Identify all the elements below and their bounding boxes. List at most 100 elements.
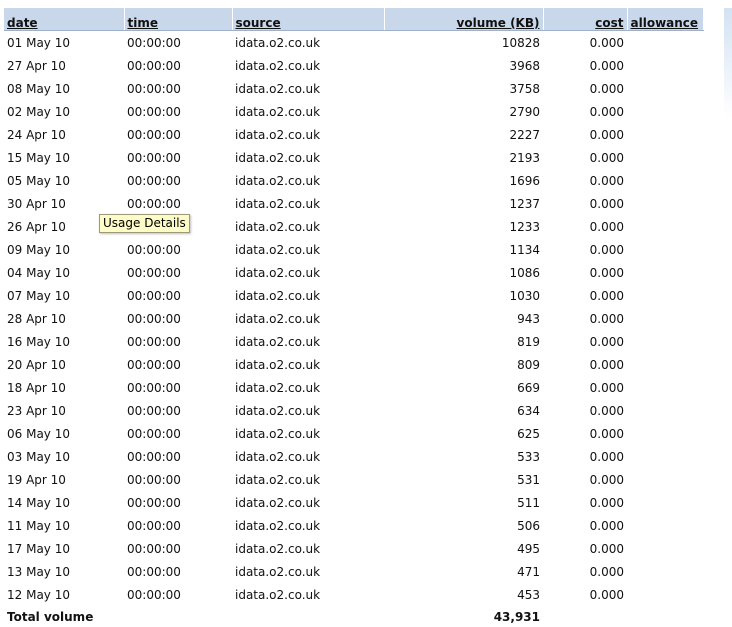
cell-volume: 453 bbox=[517, 587, 540, 602]
sort-volume-header[interactable]: volume (KB) bbox=[384, 8, 544, 31]
table-row: 30 Apr 10 00:00:00 idata.o2.co.uk 1237 0.000 bbox=[4, 192, 703, 215]
usage-table: date time source volume (KB) cost allowa… bbox=[4, 8, 704, 627]
cell-volume: 506 bbox=[517, 518, 540, 533]
cell-time: 00:00:00 bbox=[127, 587, 181, 602]
sort-source-header[interactable]: source bbox=[232, 8, 385, 31]
table-row: 12 May 10 00:00:00 idata.o2.co.uk 453 0.000 bbox=[4, 583, 703, 606]
cell-date: 05 May 10 bbox=[7, 173, 70, 188]
table-row: 07 May 10 00:00:00 idata.o2.co.uk 1030 0.000 bbox=[4, 284, 703, 307]
cell-volume: 819 bbox=[517, 334, 540, 349]
table-row: 19 Apr 10 00:00:00 idata.o2.co.uk 531 0.000 bbox=[4, 468, 703, 491]
cell-cost: 0.000 bbox=[589, 81, 624, 96]
total-volume-label: Total volume bbox=[4, 606, 384, 627]
table-row: 16 May 10 00:00:00 idata.o2.co.uk 819 0.000 bbox=[4, 330, 703, 353]
table-row: 24 Apr 10 00:00:00 idata.o2.co.uk 2227 0.000 bbox=[4, 123, 703, 146]
cell-date: 03 May 10 bbox=[7, 449, 70, 464]
cell-source: idata.o2.co.uk bbox=[235, 196, 321, 211]
cell-source: idata.o2.co.uk bbox=[235, 58, 321, 73]
scroll-edge-shadow bbox=[724, 8, 732, 118]
cell-allowance bbox=[627, 491, 703, 514]
table-row: 09 May 10 00:00:00 idata.o2.co.uk 1134 0.000 bbox=[4, 238, 703, 261]
cell-volume: 1696 bbox=[509, 173, 540, 188]
cell-volume: 1086 bbox=[509, 265, 540, 280]
table-row: 01 May 10 00:00:00 idata.o2.co.uk 10828 0.00… bbox=[4, 31, 703, 55]
cell-date: 06 May 10 bbox=[7, 426, 70, 441]
header-row: date time source volume (KB) cost allowa… bbox=[4, 8, 704, 31]
cell-source: idata.o2.co.uk bbox=[235, 541, 321, 556]
sort-allowance-header[interactable]: allowance bbox=[627, 8, 704, 31]
cell-date: 01 May 10 bbox=[7, 35, 70, 50]
cell-volume: 3968 bbox=[509, 58, 540, 73]
total-volume-value: 43,931 bbox=[384, 606, 543, 627]
cell-source: idata.o2.co.uk bbox=[235, 288, 321, 303]
cell-cost: 0.000 bbox=[589, 518, 624, 533]
table-row: 20 Apr 10 00:00:00 idata.o2.co.uk 809 0.000 bbox=[4, 353, 703, 376]
cell-cost: 0.000 bbox=[589, 35, 624, 50]
total-cost-empty bbox=[543, 606, 627, 627]
cell-allowance bbox=[627, 77, 703, 100]
cell-time: 00:00:00 bbox=[127, 564, 181, 579]
cell-volume: 3758 bbox=[509, 81, 540, 96]
cell-date: 20 Apr 10 bbox=[7, 357, 66, 372]
table-row: 13 May 10 00:00:00 idata.o2.co.uk 471 0.000 bbox=[4, 560, 703, 583]
cell-cost: 0.000 bbox=[589, 564, 624, 579]
cell-allowance bbox=[627, 468, 703, 491]
cell-time: 00:00:00 bbox=[127, 541, 181, 556]
cell-time: 00:00:00 bbox=[127, 403, 181, 418]
cell-cost: 0.000 bbox=[589, 150, 624, 165]
cell-source: idata.o2.co.uk bbox=[235, 587, 321, 602]
cell-allowance bbox=[627, 353, 703, 376]
cell-volume: 1030 bbox=[509, 288, 540, 303]
cell-date: 11 May 10 bbox=[7, 518, 70, 533]
cell-date: 12 May 10 bbox=[7, 587, 70, 602]
cell-allowance bbox=[627, 54, 703, 77]
cell-volume: 533 bbox=[517, 449, 540, 464]
cell-source: idata.o2.co.uk bbox=[235, 564, 321, 579]
cell-allowance bbox=[627, 169, 703, 192]
cell-cost: 0.000 bbox=[589, 403, 624, 418]
cell-volume: 2790 bbox=[509, 104, 540, 119]
cell-volume: 625 bbox=[517, 426, 540, 441]
cell-cost: 0.000 bbox=[589, 219, 624, 234]
cell-date: 07 May 10 bbox=[7, 288, 70, 303]
cell-date: 24 Apr 10 bbox=[7, 127, 66, 142]
sort-date-header[interactable]: date bbox=[4, 8, 125, 31]
table-header: date time source volume (KB) cost allowa… bbox=[4, 8, 704, 31]
cell-volume: 669 bbox=[517, 380, 540, 395]
cell-allowance bbox=[627, 284, 703, 307]
cell-cost: 0.000 bbox=[589, 58, 624, 73]
table-footer: Total volume 43,931 bbox=[4, 606, 703, 627]
cell-source: idata.o2.co.uk bbox=[235, 357, 321, 372]
cell-source: idata.o2.co.uk bbox=[235, 518, 321, 533]
cell-cost: 0.000 bbox=[589, 311, 624, 326]
cell-time: 00:00:00 bbox=[127, 173, 181, 188]
cell-cost: 0.000 bbox=[589, 173, 624, 188]
cell-date: 04 May 10 bbox=[7, 265, 70, 280]
cell-source: idata.o2.co.uk bbox=[235, 426, 321, 441]
cell-source: idata.o2.co.uk bbox=[235, 127, 321, 142]
cell-time: 00:00:00 bbox=[127, 58, 181, 73]
cell-date: 15 May 10 bbox=[7, 150, 70, 165]
table-row: 15 May 10 00:00:00 idata.o2.co.uk 2193 0.000 bbox=[4, 146, 703, 169]
table-row: 14 May 10 00:00:00 idata.o2.co.uk 511 0.000 bbox=[4, 491, 703, 514]
cell-date: 28 Apr 10 bbox=[7, 311, 66, 326]
cell-volume: 943 bbox=[517, 311, 540, 326]
usage-page: date time source volume (KB) cost allowa… bbox=[0, 0, 732, 627]
cell-volume: 531 bbox=[517, 472, 540, 487]
cell-source: idata.o2.co.uk bbox=[235, 495, 321, 510]
cell-time: 00:00:00 bbox=[127, 311, 181, 326]
cell-allowance bbox=[627, 583, 703, 606]
cell-cost: 0.000 bbox=[589, 449, 624, 464]
sort-time-header[interactable]: time bbox=[124, 8, 233, 31]
cell-cost: 0.000 bbox=[589, 288, 624, 303]
sort-cost-header[interactable]: cost bbox=[543, 8, 628, 31]
cell-allowance bbox=[627, 560, 703, 583]
cell-volume: 2227 bbox=[509, 127, 540, 142]
cell-source: idata.o2.co.uk bbox=[235, 449, 321, 464]
cell-source: idata.o2.co.uk bbox=[235, 311, 321, 326]
cell-volume: 511 bbox=[517, 495, 540, 510]
cell-volume: 1134 bbox=[509, 242, 540, 257]
cell-cost: 0.000 bbox=[589, 127, 624, 142]
cell-cost: 0.000 bbox=[589, 357, 624, 372]
cell-allowance bbox=[627, 422, 703, 445]
